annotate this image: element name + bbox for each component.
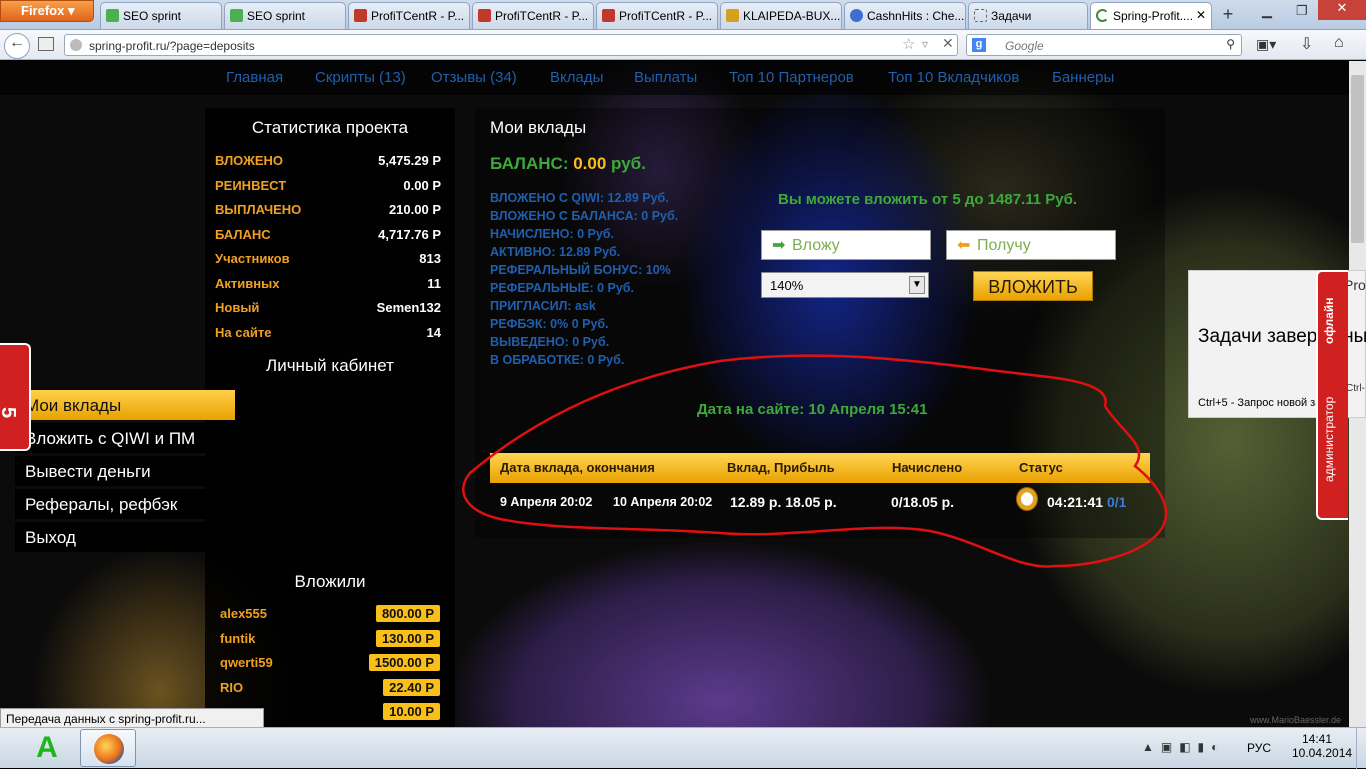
tab-profitcentr-3[interactable]: ProfiTCentR - P...	[596, 2, 718, 29]
taskbar-firefox[interactable]	[80, 729, 136, 767]
taskbar: A ▲▣◧▮◐ РУС 14:41 10.04.2014	[0, 727, 1366, 769]
tab-cashnhits[interactable]: CashnHits : Che...	[844, 2, 966, 29]
widget-role: администратор	[1322, 396, 1336, 482]
scrollbar-thumb[interactable]	[1351, 75, 1364, 243]
tab-label: ProfiTCentR - P...	[619, 9, 713, 23]
left-widget[interactable]: 5	[0, 343, 31, 451]
tab-label: Задачи	[991, 9, 1032, 23]
tray-icons[interactable]: ▲▣◧▮◐	[1142, 740, 1225, 754]
seosprint-icon	[106, 9, 119, 22]
watermark: www.MarioBaessler.de	[1250, 715, 1342, 725]
tab-profitcentr-2[interactable]: ProfiTCentR - P...	[472, 2, 594, 29]
tab-klaipeda[interactable]: KLAIPEDA-BUX....	[720, 2, 842, 29]
minimize-button[interactable]: ▁	[1262, 3, 1272, 19]
chart-icon	[354, 9, 367, 22]
widget-status: офлайн	[1322, 297, 1336, 344]
chart-icon	[478, 9, 491, 22]
browser-status-bar: Передача данных с spring-profit.ru...	[0, 708, 264, 728]
popup-ctrl: Ctrl-	[1346, 383, 1365, 394]
bookmarks-icon[interactable]: ▣▾	[1256, 36, 1276, 53]
url-input[interactable]: spring-profit.ru/?page=deposits	[64, 34, 958, 56]
window-close-button[interactable]: ✕	[1318, 0, 1366, 20]
google-icon: g	[972, 38, 986, 52]
tab-zadachi[interactable]: Задачи	[968, 2, 1088, 29]
stop-icon[interactable]: ✕	[942, 35, 954, 52]
firefox-icon	[94, 734, 124, 764]
pen-icon	[726, 9, 739, 22]
chevron-down-icon: ▾	[67, 3, 75, 18]
search-icon[interactable]: ⚲	[1226, 37, 1235, 51]
tab-label: SEO sprint	[123, 9, 182, 23]
home-icon[interactable]: ⌂	[1334, 34, 1344, 52]
chart-icon	[602, 9, 615, 22]
tab-seosprint-2[interactable]: SEO sprint	[224, 2, 346, 29]
firefox-label: Firefox	[21, 3, 65, 18]
tab-label: KLAIPEDA-BUX....	[743, 9, 842, 23]
tab-label: ProfiTCentR - P...	[495, 9, 589, 23]
tab-label: CashnHits : Che...	[867, 9, 965, 23]
tab-label: Spring-Profit....	[1113, 9, 1194, 23]
right-widget-tab[interactable]: офлайн администратор	[1316, 270, 1348, 520]
chevron-down-icon[interactable]: ▿	[922, 37, 928, 51]
tab-label: ProfiTCentR - P...	[371, 9, 465, 23]
firefox-menu-button[interactable]: Firefox ▾	[0, 0, 94, 22]
tab-groups-icon[interactable]	[38, 37, 54, 51]
close-icon[interactable]: ✕	[1196, 8, 1206, 22]
page-content: Главная Скрипты (13) Отзывы (34) Вклады …	[0, 61, 1366, 727]
clock-date: 10.04.2014	[1292, 746, 1353, 760]
clock-time: 14:41	[1301, 732, 1333, 746]
clock[interactable]: 14:41 10.04.2014	[1292, 732, 1353, 760]
show-desktop-button[interactable]	[1356, 728, 1366, 769]
red-annotation	[462, 354, 1168, 568]
globe-icon	[70, 39, 82, 51]
app-icon[interactable]: A	[30, 731, 64, 765]
tab-seosprint-1[interactable]: SEO sprint	[100, 2, 222, 29]
tab-label: SEO sprint	[247, 9, 306, 23]
loading-icon	[1096, 9, 1109, 22]
tab-spring-profit[interactable]: Spring-Profit.... ✕	[1090, 2, 1212, 29]
globe-icon	[850, 9, 863, 22]
url-text: spring-profit.ru/?page=deposits	[89, 39, 255, 53]
language-indicator[interactable]: РУС	[1247, 741, 1271, 755]
bookmark-star-icon[interactable]: ☆	[902, 35, 915, 53]
maximize-button[interactable]: ❐	[1296, 3, 1308, 19]
tab-profitcentr-1[interactable]: ProfiTCentR - P...	[348, 2, 470, 29]
download-icon[interactable]: ⇩	[1300, 34, 1313, 54]
widget-badge: 5	[0, 407, 19, 418]
new-tab-button[interactable]: +	[1216, 4, 1240, 26]
search-input[interactable]: g Google ⚲	[966, 34, 1242, 56]
seosprint-icon	[230, 9, 243, 22]
search-placeholder: Google	[1005, 39, 1044, 53]
page-icon	[974, 9, 987, 22]
back-icon[interactable]: ←	[4, 33, 30, 59]
